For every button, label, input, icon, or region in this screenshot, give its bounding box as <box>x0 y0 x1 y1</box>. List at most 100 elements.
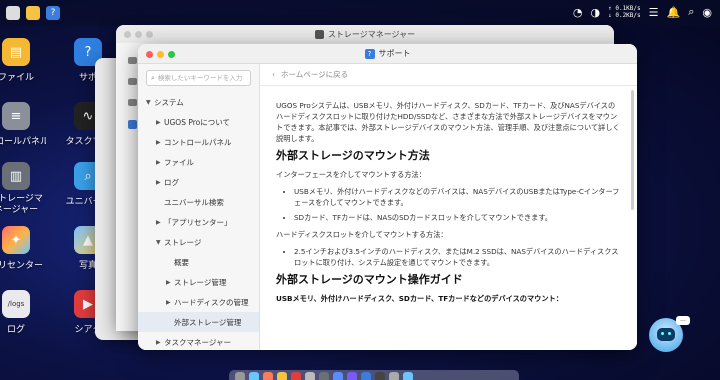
dock-app-icon[interactable] <box>333 372 343 380</box>
nav-item-app-center[interactable]: ▶ 「アプリセンター」 <box>138 212 259 232</box>
dock-app-icon[interactable] <box>263 372 273 380</box>
dock-app-icon[interactable] <box>277 372 287 380</box>
chevron-right-icon: ▶ <box>156 178 161 186</box>
desktop-icon[interactable] <box>6 6 20 20</box>
logs-icon-text: /logs <box>7 300 25 308</box>
dock-app-icon[interactable] <box>305 372 315 380</box>
dock-app-icon[interactable] <box>249 372 259 380</box>
folder-icon[interactable] <box>26 6 40 20</box>
dock-app-icon[interactable] <box>235 372 245 380</box>
search-icon[interactable]: ⌕ <box>688 5 694 19</box>
article-heading-2: 外部ストレージのマウント操作ガイド <box>276 273 463 286</box>
list-item: USBメモリ、外付けハードディスクなどのデバイスは、NASデバイスのUSBまたは… <box>294 186 621 208</box>
nav-item-label: ストレージ管理 <box>174 277 227 287</box>
article-subheading: USBメモリ、外付けハードディスク、SDカード、TFカードなどのデバイスのマウン… <box>276 294 563 303</box>
nav-item-about[interactable]: ▶ UGOS Proについて <box>138 112 259 132</box>
window-controls <box>146 51 175 58</box>
window-title: ストレージマネージャー <box>327 29 416 39</box>
search-box[interactable]: ⌕ <box>146 70 251 86</box>
net-up: ↑ 0.1KB/s <box>608 5 641 12</box>
desktop-item-logs[interactable]: /logs ログ <box>0 290 46 335</box>
storage-nav-icon[interactable] <box>128 99 137 106</box>
dock-app-icon[interactable] <box>403 372 413 380</box>
bot-speech-bubble[interactable]: ... <box>676 316 690 325</box>
bot-face <box>657 328 675 341</box>
desktop-item-app-center[interactable]: ✦ プリセンター <box>0 226 46 271</box>
nav-item-files[interactable]: ▶ ファイル <box>138 152 259 172</box>
network-icon[interactable]: ◑ <box>591 6 601 19</box>
nav-item-external-storage[interactable]: 外部ストレージ管理 <box>138 312 259 332</box>
nav-item-universal-search[interactable]: ユニバーサル検索 <box>138 192 259 212</box>
storage-nav-icon[interactable] <box>128 78 137 85</box>
dock <box>229 370 519 380</box>
support-window[interactable]: ? サポート ⌕ ▼ システム ▶ UGOS Proについて ▶ コントロールパ… <box>138 44 637 350</box>
support-content: ‹ ホームページに戻る UGOS Proシステムは、USBメモリ、外付けハードデ… <box>260 64 637 350</box>
notification-icon[interactable]: 🔔 <box>667 6 681 19</box>
storage-nav-icon-active[interactable] <box>128 120 137 129</box>
chevron-down-icon: ▼ <box>156 238 161 246</box>
article-interface-list: USBメモリ、外付けハードディスクなどのデバイスは、NASデバイスのUSBまたは… <box>294 186 621 223</box>
search-icon: ⌕ <box>151 73 155 82</box>
storage-icon <box>314 29 324 39</box>
nav-item-label: タスクマネージャー <box>164 337 231 347</box>
maximize-button[interactable] <box>146 31 153 38</box>
minimize-button[interactable] <box>135 31 142 38</box>
nav-item-logs[interactable]: ▶ ログ <box>138 172 259 192</box>
speed-icon[interactable]: ◔ <box>573 6 583 19</box>
article-intro: UGOS Proシステムは、USBメモリ、外付けハードディスク、SDカード、TF… <box>276 101 620 143</box>
folder-icon: ▤ <box>2 38 30 66</box>
net-down: ↓ 0.2KB/s <box>608 12 641 19</box>
apps-icon: ✦ <box>2 226 30 254</box>
support-titlebar[interactable]: ? サポート <box>138 44 637 64</box>
maximize-button[interactable] <box>168 51 175 58</box>
back-to-home-link[interactable]: ‹ ホームページに戻る <box>260 64 637 86</box>
dock-app-icon[interactable] <box>361 372 371 380</box>
nav-item-label: 外部ストレージ管理 <box>174 317 242 327</box>
nav-item-label: ストレージ <box>164 237 202 247</box>
logs-icon: /logs <box>2 290 30 318</box>
article-slot-lead: ハードディスクスロットを介してマウントする方法： <box>276 230 448 239</box>
storage-manager-titlebar[interactable]: ストレージマネージャー <box>116 25 614 43</box>
support-sidebar: ⌕ ▼ システム ▶ UGOS Proについて ▶ コントロールパネル ▶ ファ… <box>138 64 260 350</box>
bot-eye <box>661 332 664 335</box>
help-icon[interactable]: ? <box>46 6 60 20</box>
dock-app-icon[interactable] <box>347 372 357 380</box>
nav-item-overview[interactable]: 概要 <box>138 252 259 272</box>
desktop-item-label: プリセンター <box>0 261 43 271</box>
nav-item-system[interactable]: ▼ システム <box>138 92 259 112</box>
desktop-item-label: トロールパネル <box>0 137 46 147</box>
nav-item-label: ファイル <box>164 157 194 167</box>
nav-item-label: 「アプリセンター」 <box>164 217 232 227</box>
dock-app-icon[interactable] <box>375 372 385 380</box>
chevron-right-icon: ▶ <box>166 298 171 306</box>
desktop-item-label: ストレージマネージャー <box>0 194 43 215</box>
nav-item-storage[interactable]: ▼ ストレージ <box>138 232 259 252</box>
nav-item-disk-management[interactable]: ▶ ハードディスクの管理 <box>138 292 259 312</box>
chevron-right-icon: ▶ <box>166 278 171 286</box>
chevron-down-icon: ▼ <box>146 98 151 106</box>
nav-item-label: システム <box>154 97 184 107</box>
minimize-button[interactable] <box>157 51 164 58</box>
storage-nav-icon[interactable] <box>128 57 137 64</box>
dock-app-icon[interactable] <box>319 372 329 380</box>
dock-app-icon[interactable] <box>291 372 301 380</box>
nav-item-storage-management[interactable]: ▶ ストレージ管理 <box>138 272 259 292</box>
chevron-right-icon: ▶ <box>156 218 161 226</box>
scrollbar[interactable] <box>631 90 634 210</box>
desktop-item-control-panel[interactable]: ≡ トロールパネル <box>0 102 46 147</box>
desktop-item-storage-manager[interactable]: ▥ ストレージマネージャー <box>0 162 46 216</box>
nav-item-label: UGOS Proについて <box>164 117 231 127</box>
nav-item-label: コントロールパネル <box>164 137 232 147</box>
nav-item-control-panel[interactable]: ▶ コントロールパネル <box>138 132 259 152</box>
close-button[interactable] <box>146 51 153 58</box>
close-button[interactable] <box>124 31 131 38</box>
user-icon[interactable]: ◉ <box>702 6 712 19</box>
window-title: サポート <box>378 49 411 58</box>
tasks-icon[interactable]: ☰ <box>649 6 659 19</box>
help-icon: ? <box>364 48 375 59</box>
search-input[interactable] <box>157 74 250 82</box>
dock-app-icon[interactable] <box>389 372 399 380</box>
nav-item-task-manager[interactable]: ▶ タスクマネージャー <box>138 332 259 350</box>
nav-item-label: 概要 <box>174 257 189 267</box>
desktop-item-files[interactable]: ▤ ファイル <box>0 38 46 83</box>
